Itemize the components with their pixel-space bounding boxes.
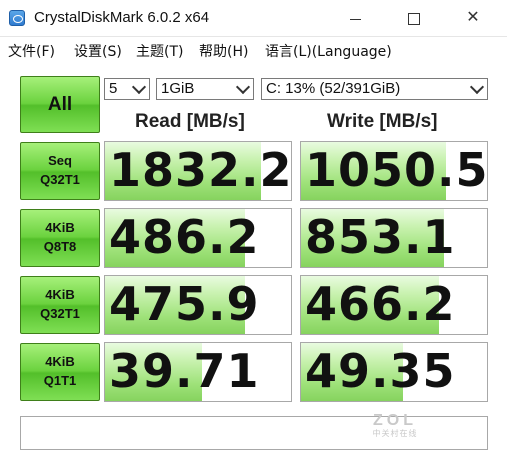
watermark-sub-text: 中关村在线 [372,429,418,438]
read-result-cell: 475.9 [104,275,292,335]
menu-file[interactable]: 文件(F) [8,41,55,61]
chevron-down-icon [131,79,147,95]
test-size-select[interactable]: 1GiB [156,78,254,100]
test-label-line1: 4KiB [45,287,75,302]
close-icon: ✕ [466,9,480,26]
title-bar: CrystalDiskMark 6.0.2 x64 ✕ [0,0,507,37]
test-label-line2: Q1T1 [43,373,77,388]
test-label-line2: Q32T1 [40,172,80,187]
minimize-icon [349,18,361,20]
write-column-header: Write [MB/s] [327,111,438,132]
test-label-line2: Q8T8 [43,239,77,254]
write-result-cell: 466.2 [300,275,488,335]
chevron-down-icon [235,79,251,95]
test-count-select[interactable]: 5 [104,78,150,100]
menu-settings[interactable]: 设置(S) [74,41,122,61]
read-result-cell: 486.2 [104,208,292,268]
read-result-value: 475.9 [109,277,260,331]
read-result-value: 39.71 [109,344,260,398]
write-result-value: 1050.5 [305,143,488,197]
test-4kib-q8t8-button[interactable]: 4KiB Q8T8 [20,209,100,267]
read-column-header: Read [MB/s] [135,111,245,132]
maximize-icon [408,13,420,26]
test-4kib-q32t1-button[interactable]: 4KiB Q32T1 [20,276,100,334]
write-result-cell: 49.35 [300,342,488,402]
window-title: CrystalDiskMark 6.0.2 x64 [34,9,210,26]
test-4kib-q1t1-button[interactable]: 4KiB Q1T1 [20,343,100,401]
read-result-cell: 1832.2 [104,141,292,201]
test-label-line1: 4KiB [45,220,75,235]
drive-select[interactable]: C: 13% (52/391GiB) [261,78,488,100]
main-panel: All 5 1GiB C: 13% (52/391GiB) Read [MB/s… [0,66,507,468]
test-label-line1: 4KiB [45,354,75,369]
test-seq-q32t1-button[interactable]: Seq Q32T1 [20,142,100,200]
close-button[interactable]: ✕ [451,6,495,30]
menu-help[interactable]: 帮助(H) [199,41,248,61]
write-result-value: 49.35 [305,344,456,398]
menu-theme[interactable]: 主题(T) [136,41,183,61]
read-result-value: 486.2 [109,210,260,264]
minimize-button[interactable] [333,6,377,30]
test-size-value: 1GiB [161,80,195,97]
zol-watermark: ZOL 中关村在线 [350,412,440,439]
test-count-value: 5 [109,80,118,97]
read-result-value: 1832.2 [109,143,292,197]
chevron-down-icon [469,79,485,95]
drive-value: C: 13% (52/391GiB) [266,80,401,97]
read-result-cell: 39.71 [104,342,292,402]
write-result-cell: 1050.5 [300,141,488,201]
test-label-line1: Seq [48,153,72,168]
test-label-line2: Q32T1 [40,306,80,321]
maximize-button[interactable] [392,6,436,30]
write-result-value: 466.2 [305,277,456,331]
app-icon [9,10,25,26]
menu-language[interactable]: 语言(L)(Language) [265,41,392,61]
all-button[interactable]: All [20,76,100,133]
write-result-value: 853.1 [305,210,456,264]
write-result-cell: 853.1 [300,208,488,268]
menu-bar: 文件(F) 设置(S) 主题(T) 帮助(H) 语言(L)(Language) [0,37,507,64]
